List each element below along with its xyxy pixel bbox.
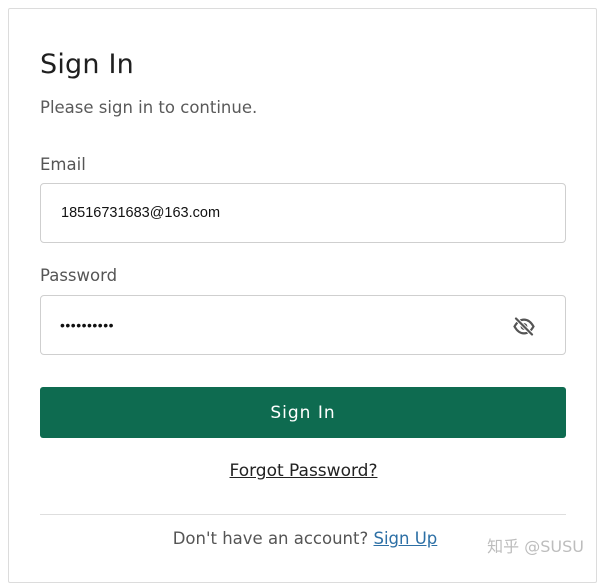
- signup-prompt: Don't have an account?: [172, 529, 374, 548]
- forgot-password-row: Forgot Password?: [9, 461, 598, 481]
- watermark: 知乎 @SUSU: [487, 537, 584, 556]
- forgot-password-link[interactable]: Forgot Password?: [230, 461, 378, 481]
- email-field[interactable]: 18516731683@163.com: [40, 183, 566, 243]
- divider: [40, 514, 566, 515]
- email-label: Email: [40, 155, 86, 174]
- password-field[interactable]: ••••••••••: [40, 295, 566, 355]
- eye-slash-icon[interactable]: [513, 317, 535, 336]
- sign-in-button[interactable]: Sign In: [40, 387, 566, 438]
- password-value: ••••••••••: [60, 317, 115, 333]
- email-value: 18516731683@163.com: [61, 205, 221, 221]
- page-subtitle: Please sign in to continue.: [40, 98, 258, 117]
- page-title: Sign In: [40, 49, 134, 80]
- sign-up-link[interactable]: Sign Up: [374, 529, 438, 548]
- password-label: Password: [40, 266, 118, 285]
- sign-in-card: Sign In Please sign in to continue. Emai…: [8, 8, 597, 583]
